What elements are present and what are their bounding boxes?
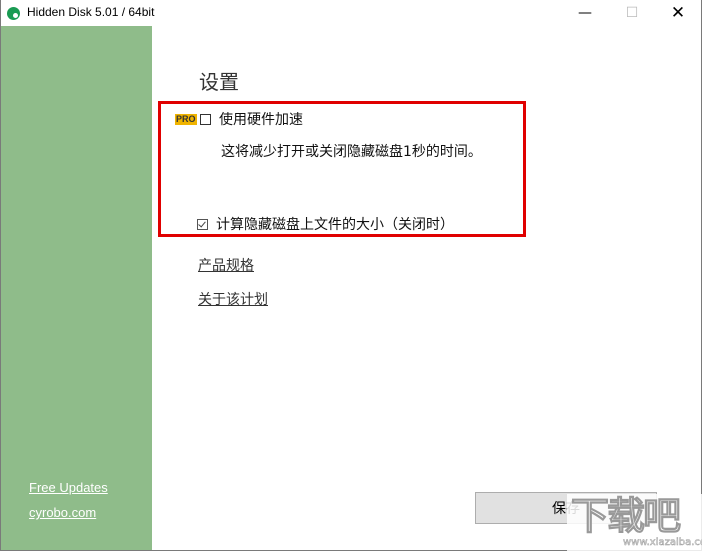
hardware-acceleration-label[interactable]: 使用硬件加速 xyxy=(219,109,303,129)
page-title: 设置 xyxy=(199,70,239,94)
watermark-logo: 下载吧 xyxy=(570,494,681,539)
watermark: 下载吧 www.xiazaiba.com xyxy=(567,494,702,552)
pro-badge: PRO xyxy=(175,114,197,125)
maximize-button[interactable]: ☐ xyxy=(609,0,655,26)
window-title: Hidden Disk 5.01 / 64bit xyxy=(27,5,155,19)
title-bar[interactable]: Hidden Disk 5.01 / 64bit — ☐ ✕ xyxy=(1,0,701,26)
cyrobo-link[interactable]: cyrobo.com xyxy=(29,505,96,520)
free-updates-link[interactable]: Free Updates xyxy=(29,480,108,495)
sidebar: Free Updates cyrobo.com xyxy=(1,26,152,550)
app-window: Hidden Disk 5.01 / 64bit — ☐ ✕ Free Upda… xyxy=(0,0,702,551)
about-program-link[interactable]: 关于该计划 xyxy=(198,289,268,309)
watermark-url: www.xiazaiba.com xyxy=(623,537,702,549)
calculate-size-label[interactable]: 计算隐藏磁盘上文件的大小（关闭时） xyxy=(216,214,454,234)
app-icon xyxy=(7,7,20,20)
product-specs-link[interactable]: 产品规格 xyxy=(198,255,254,275)
minimize-button[interactable]: — xyxy=(562,0,608,26)
calculate-size-checkbox[interactable] xyxy=(197,219,208,230)
hardware-acceleration-checkbox[interactable] xyxy=(200,114,211,125)
hardware-acceleration-description: 这将减少打开或关闭隐藏磁盘1秒的时间。 xyxy=(221,144,482,160)
close-button[interactable]: ✕ xyxy=(655,0,701,26)
